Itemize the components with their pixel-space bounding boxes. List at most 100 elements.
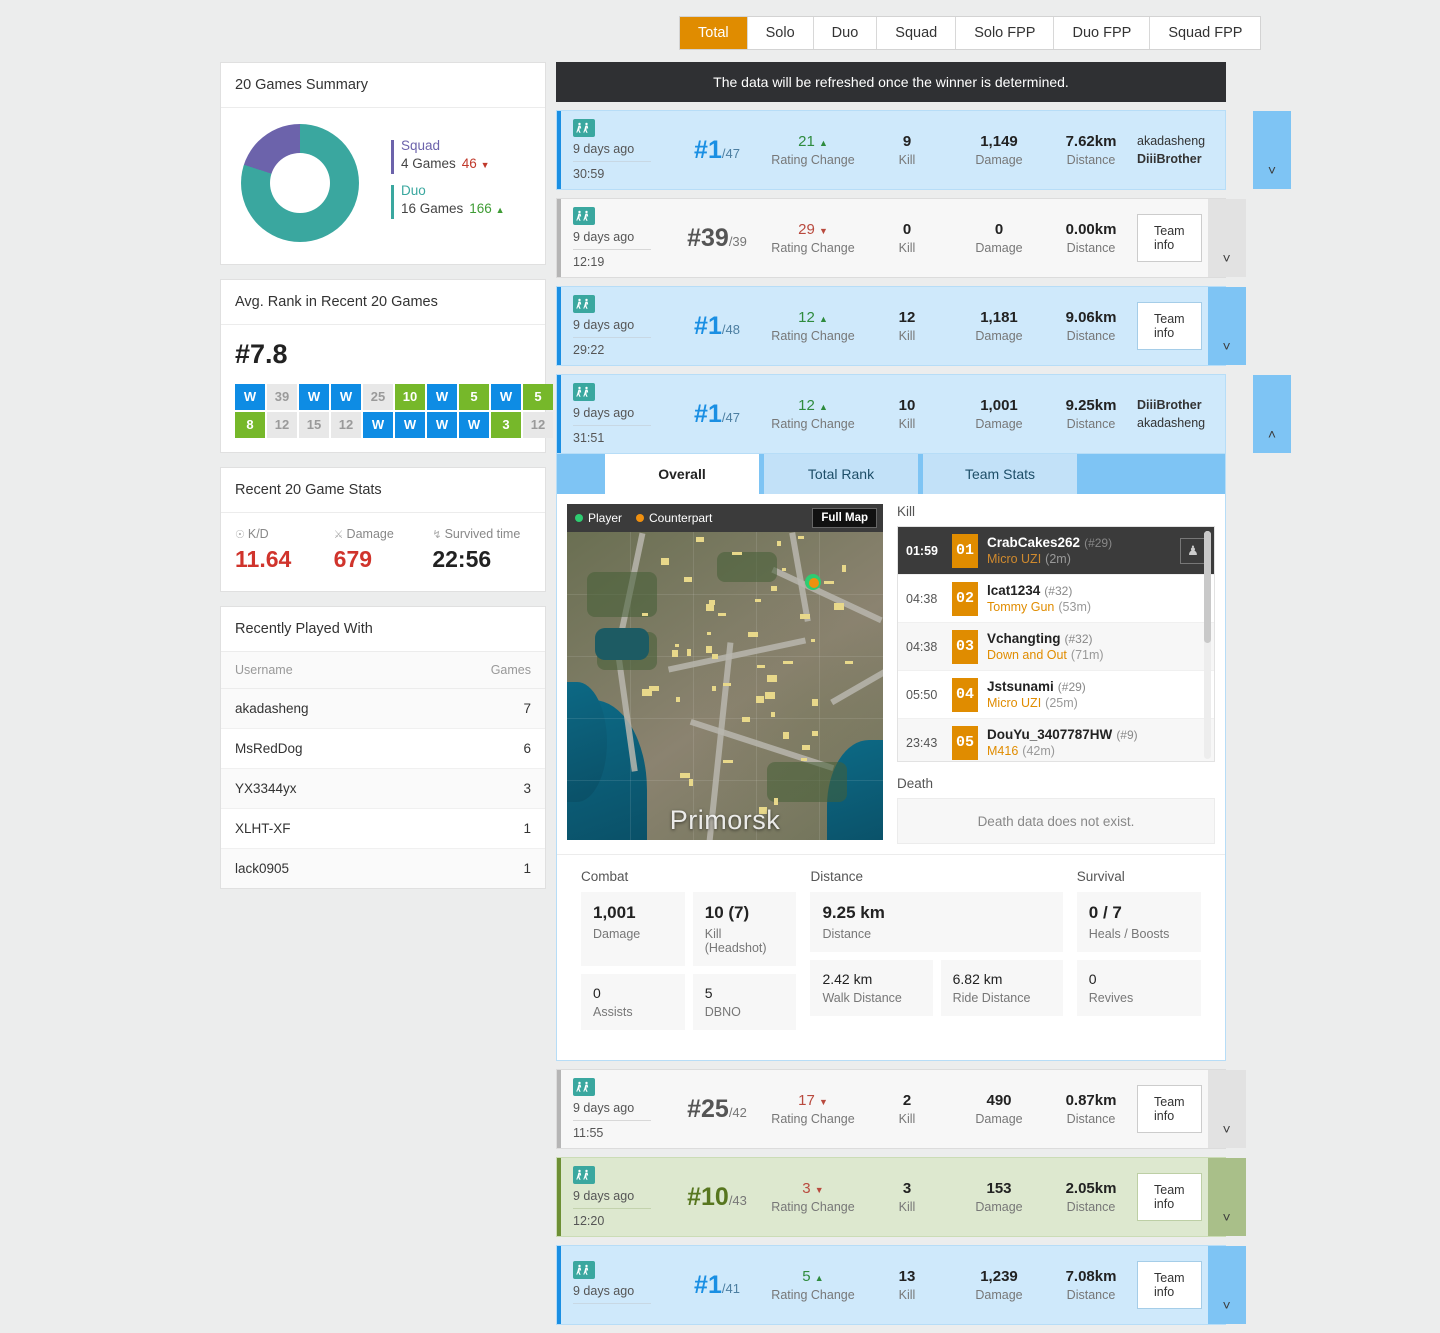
- match-rating-label: Rating Change: [771, 241, 855, 255]
- stat-row: 1,001 Damage 10 (7) Kill (Headshot): [581, 892, 797, 966]
- match-row[interactable]: 9 days ago 31:51 #1/47 12 ▲ Rating Chang…: [556, 374, 1291, 454]
- mode-tab-total[interactable]: Total: [680, 17, 748, 49]
- table-row[interactable]: akadasheng 7: [221, 688, 545, 729]
- stat-group-title: Survival: [1076, 869, 1125, 884]
- player-avatar-icon[interactable]: ♟: [1180, 537, 1206, 564]
- kill-list[interactable]: 01:59 01 CrabCakes262 (#29) Micro UZI (2m)…: [897, 526, 1215, 762]
- counterpart-dot-icon: [636, 514, 645, 522]
- match-row[interactable]: 9 days ago 12:20 #10/43 3 ▼ Rating Chang…: [556, 1157, 1246, 1237]
- map-field: [587, 572, 657, 617]
- match-rating-label: Rating Change: [771, 1200, 855, 1214]
- kill-list-item[interactable]: 05:50 04 Jstsunami (#29) Micro UZI (25m): [898, 671, 1214, 719]
- map-building: [812, 699, 818, 706]
- kill-list-scrollbar-thumb[interactable]: [1204, 531, 1211, 643]
- table-row[interactable]: XLHT-XF 1: [221, 808, 545, 849]
- match-expand-toggle[interactable]: ˅: [1207, 1070, 1246, 1148]
- match-expand-toggle[interactable]: ˅: [1207, 199, 1246, 277]
- map-building: [680, 773, 690, 778]
- match-kill-label: Kill: [898, 153, 916, 167]
- match-row[interactable]: 9 days ago #1/41 5 ▲ Rating Change 13 Ki…: [556, 1245, 1246, 1325]
- recent-rank-grid: W 39 W W 25 10 W 5 W 5 8 12 15 12 W W W W 3 12: [235, 384, 553, 438]
- kill-weapon: Micro UZI (2m): [987, 552, 1071, 566]
- rank-cell: 12: [523, 412, 553, 438]
- match-distance-label: Distance: [1066, 1200, 1116, 1214]
- kill-list-item[interactable]: 04:38 02 lcat1234 (#32) Tommy Gun (53m): [898, 575, 1214, 623]
- kill-distance: (42m): [1022, 744, 1055, 758]
- stat-group-combat: Combat 1,001 Damage 10 (7) Kill (Headsho…: [581, 869, 797, 1038]
- match-kill-value: 3: [902, 1180, 912, 1197]
- kill-list-item[interactable]: 04:38 03 Vchangting (#32) Down and Out (71…: [898, 623, 1214, 671]
- team-names: DiiiBrother akadasheng: [1137, 396, 1247, 432]
- legend-name: Duo: [401, 183, 426, 198]
- match-time-block: 9 days ago 30:59: [573, 119, 669, 181]
- match-duration: [573, 1304, 669, 1309]
- chevron-down-icon: ˅: [1267, 162, 1277, 178]
- match-duration: 11:55: [573, 1126, 604, 1140]
- table-row[interactable]: MsRedDog 6: [221, 728, 545, 769]
- stat-cell-label: Kill (Headshot): [704, 927, 767, 955]
- match-kill-value: 13: [898, 1268, 916, 1285]
- team-member-name[interactable]: akadasheng: [1137, 132, 1247, 150]
- map-building: [732, 552, 742, 555]
- match-row[interactable]: 9 days ago 30:59 #1/47 21 ▲ Rating Chang…: [556, 110, 1291, 190]
- match-damage: 1,181 Damage: [953, 309, 1045, 343]
- match-relative-time: 9 days ago: [573, 406, 651, 426]
- duo-mode-icon: [573, 1261, 595, 1279]
- stat-cell-value: 1,001: [593, 903, 636, 922]
- stat-row: 0 Revives: [1076, 960, 1201, 1016]
- match-expand-toggle[interactable]: ˄: [1253, 375, 1291, 453]
- team-info-button[interactable]: Team info: [1137, 302, 1202, 350]
- match-rating-value: 3 ▼: [802, 1180, 824, 1197]
- match-row[interactable]: 9 days ago 12:19 #39/39 29 ▼ Rating Chan…: [556, 198, 1246, 278]
- match-rank-value: #1: [694, 311, 722, 340]
- match-rating-label: Rating Change: [771, 153, 855, 167]
- detail-tab-overall[interactable]: Overall: [605, 454, 759, 494]
- match-expand-toggle[interactable]: ˅: [1207, 1158, 1246, 1236]
- detail-tab-total-rank[interactable]: Total Rank: [764, 454, 918, 494]
- team-member-name[interactable]: DiiiBrother: [1137, 396, 1247, 414]
- team-member-name[interactable]: DiiiBrother: [1137, 150, 1247, 168]
- table-row[interactable]: lack0905 1: [221, 848, 545, 888]
- map-building: [712, 654, 718, 659]
- expanded-match-detail: Overall Total Rank Team Stats Player Count…: [556, 454, 1226, 1061]
- chevron-down-icon: ˅: [1222, 250, 1231, 266]
- match-expand-toggle[interactable]: ˅: [1207, 1246, 1246, 1324]
- mode-tab-duo-fpp[interactable]: Duo FPP: [1054, 17, 1151, 49]
- games-summary-body: Squad 4 Games 46 ▼ Duo 16 Games 166 ▲: [221, 108, 545, 264]
- mode-tab-solo-fpp[interactable]: Solo FPP: [956, 17, 1055, 49]
- match-expand-toggle[interactable]: ˅: [1253, 111, 1291, 189]
- mode-tab-bar[interactable]: Total Solo Duo Squad Solo FPP Duo FPP Squad FP…: [679, 16, 1262, 50]
- kill-death-panel: Kill 01:59 01 CrabCakes262 (#29) Micro UZ…: [883, 504, 1215, 844]
- team-info-button[interactable]: Team info: [1137, 1085, 1202, 1133]
- mode-tab-squad[interactable]: Squad: [877, 17, 957, 49]
- team-info-button[interactable]: Team info: [1137, 1261, 1202, 1309]
- match-row[interactable]: 9 days ago 29:22 #1/48 12 ▲ Rating Chang…: [556, 286, 1246, 366]
- stat-label: ↯ Survived time: [432, 527, 521, 541]
- mode-tab-solo[interactable]: Solo: [747, 17, 814, 49]
- rank-cell: 10: [395, 384, 425, 410]
- team-info-button[interactable]: Team info: [1137, 1173, 1202, 1221]
- match-expand-toggle[interactable]: ˅: [1207, 287, 1246, 365]
- cell-games: 3: [414, 768, 545, 809]
- kill-distance: (2m): [1045, 552, 1071, 566]
- kill-list-item[interactable]: 01:59 01 CrabCakes262 (#29) Micro UZI (2m)…: [898, 527, 1214, 575]
- team-info-button[interactable]: Team info: [1137, 214, 1202, 262]
- map-building: [757, 665, 765, 668]
- chevron-down-icon: ˅: [1222, 1121, 1231, 1137]
- mode-tab-squad-fpp[interactable]: Squad FPP: [1150, 17, 1261, 49]
- map-building: [783, 732, 789, 739]
- detail-tab-team-stats[interactable]: Team Stats: [923, 454, 1077, 494]
- map-image[interactable]: Primorsk: [567, 532, 883, 840]
- detail-tab-bar[interactable]: Overall Total Rank Team Stats: [557, 454, 1225, 494]
- match-row[interactable]: 9 days ago 11:55 #25/42 17 ▼ Rating Chan…: [556, 1069, 1246, 1149]
- table-row[interactable]: YX3344yx 3: [221, 768, 545, 809]
- team-member-name[interactable]: akadasheng: [1137, 414, 1247, 432]
- stat-label: ☉ K/D: [235, 527, 269, 541]
- match-rating-label: Rating Change: [771, 1112, 855, 1126]
- chevron-down-icon: ˅: [1222, 1209, 1231, 1225]
- mode-tab-duo[interactable]: Duo: [813, 17, 878, 49]
- kill-list-item[interactable]: 23:43 05 DouYu_3407787HW (#9) M416 (42m): [898, 719, 1214, 761]
- match-kill-label: Kill: [898, 241, 916, 255]
- kill-info: lcat1234 (#32) Tommy Gun (53m): [987, 583, 1206, 614]
- full-map-button[interactable]: Full Map: [812, 508, 877, 528]
